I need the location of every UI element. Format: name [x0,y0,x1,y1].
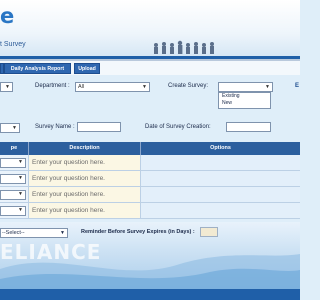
chevron-down-icon: ▼ [265,84,270,90]
column-header-type: pe [0,142,29,155]
type-cell: ▼ [0,155,29,171]
survey-name-input[interactable] [77,122,121,132]
column-header-options: Options [141,142,300,155]
create-survey-options: Existing New [218,92,271,109]
question-input[interactable]: Enter your question here. [32,159,105,166]
question-input[interactable]: Enter your question here. [32,207,105,214]
question-type-select[interactable]: ▼ [0,158,26,168]
chevron-down-icon: ▼ [12,125,17,131]
reminder-label: Reminder Before Survey Expires (in Days)… [81,229,195,235]
options-cell[interactable] [141,203,300,219]
description-cell[interactable]: Enter your question here. [29,171,141,187]
chevron-down-icon: ▼ [142,84,147,90]
options-cell[interactable] [141,187,300,203]
table-row: ▼ Enter your question here. [0,187,300,203]
column-header-description: Description [29,142,141,155]
survey-name-label: Survey Name : [35,124,75,130]
option-existing[interactable]: Existing [219,93,270,100]
department-label: Department : [35,83,70,89]
table-row: ▼ Enter your question here. [0,203,300,219]
creation-date-input[interactable] [226,122,271,132]
type-cell: ▼ [0,187,29,203]
app-logo: e [0,4,15,28]
question-type-select[interactable]: ▼ [0,190,26,200]
header-banner: e t Survey [0,0,300,56]
left-select[interactable]: ▼ [0,82,13,92]
description-cell[interactable]: Enter your question here. [29,187,141,203]
option-new[interactable]: New [219,100,270,107]
department-value: All [78,84,85,90]
tab-daily-analysis-report[interactable]: Daily Analysis Report [4,63,71,74]
edge-link[interactable]: E [295,83,299,89]
question-input[interactable]: Enter your question here. [32,191,105,198]
type-cell: ▼ [0,171,29,187]
chevron-down-icon: ▼ [18,159,23,165]
creation-date-label: Date of Survey Creation: [145,124,211,130]
question-type-select[interactable]: ▼ [0,206,26,216]
page-title: t Survey [0,41,26,48]
chevron-down-icon: ▼ [18,175,23,181]
reminder-days-input[interactable] [200,227,218,237]
bottom-select[interactable]: --Select-- ▼ [0,228,68,238]
people-icon [154,40,214,54]
create-survey-label: Create Survey: [168,83,209,89]
brand-watermark: ELIANCE [0,240,102,264]
left-select-2[interactable]: ▼ [0,123,20,133]
chevron-down-icon: ▼ [18,207,23,213]
options-cell[interactable] [141,155,300,171]
question-type-select[interactable]: ▼ [0,174,26,184]
table-row: ▼ Enter your question here. [0,155,300,171]
type-cell: ▼ [0,203,29,219]
options-cell[interactable] [141,171,300,187]
department-select[interactable]: All ▼ [75,82,150,92]
description-cell[interactable]: Enter your question here. [29,155,141,171]
description-cell[interactable]: Enter your question here. [29,203,141,219]
footer-bar [0,289,300,300]
question-input[interactable]: Enter your question here. [32,175,105,182]
chevron-down-icon: ▼ [60,230,65,236]
create-survey-select[interactable]: ▼ [218,82,273,92]
tab-bar: Daily Analysis Report Upload [0,61,300,75]
tab-upload[interactable]: Upload [74,63,100,74]
chevron-down-icon: ▼ [18,191,23,197]
table-row: ▼ Enter your question here. [0,171,300,187]
chevron-down-icon: ▼ [5,84,10,90]
bottom-select-value: --Select-- [2,230,25,236]
